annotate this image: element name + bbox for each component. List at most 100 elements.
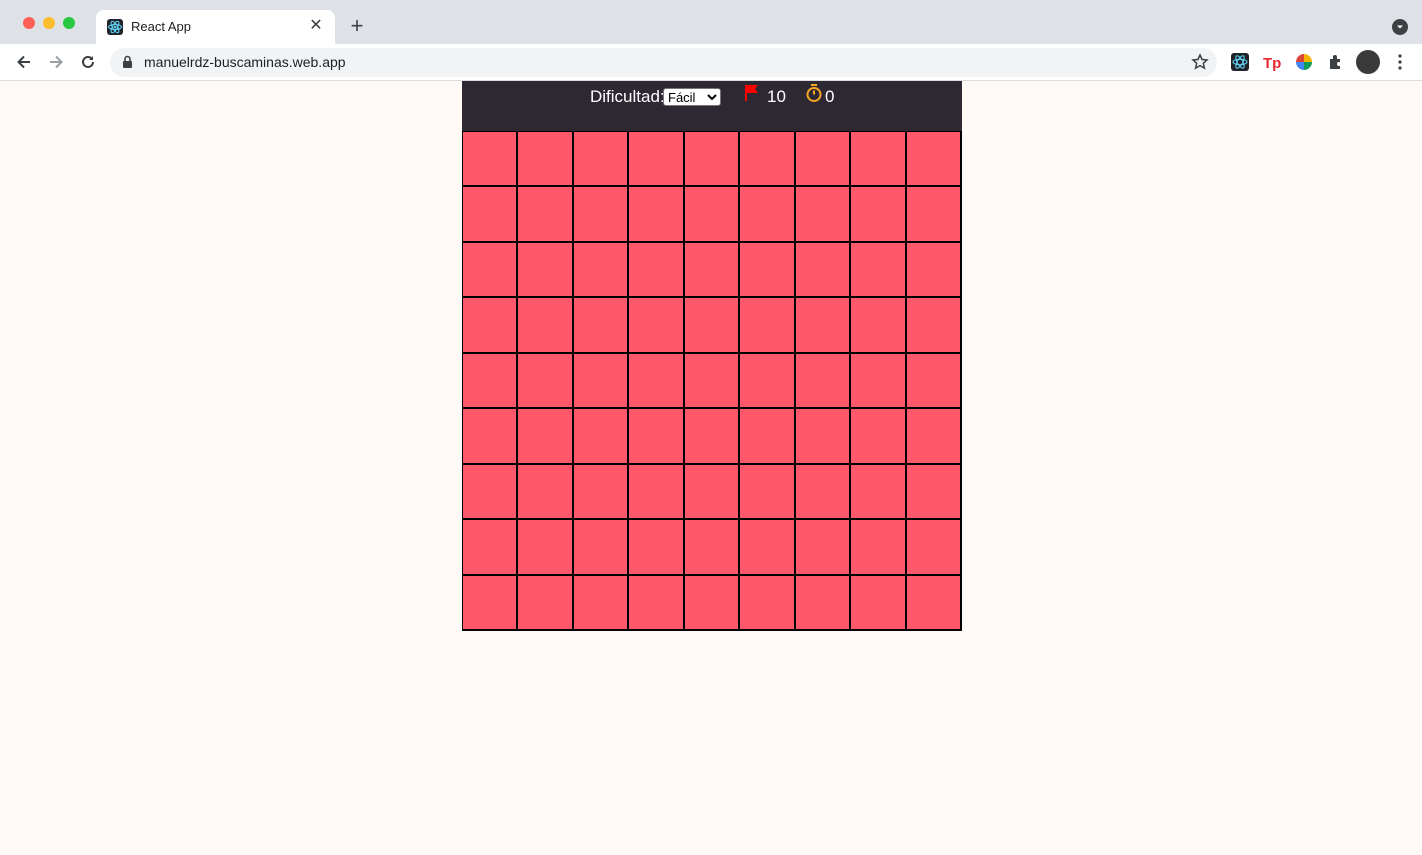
board-cell[interactable] xyxy=(573,298,630,354)
back-icon[interactable] xyxy=(13,51,35,73)
board-cell[interactable] xyxy=(629,575,685,631)
board-cell[interactable] xyxy=(463,409,519,465)
reload-icon[interactable] xyxy=(77,51,99,73)
board-cell[interactable] xyxy=(573,242,630,299)
minimize-window-button[interactable] xyxy=(43,17,55,29)
board-cell[interactable] xyxy=(518,409,574,465)
board-cell[interactable] xyxy=(463,353,519,410)
board-cell[interactable] xyxy=(740,464,796,521)
board-cell[interactable] xyxy=(906,409,962,465)
board-cell[interactable] xyxy=(463,464,519,521)
board-cell[interactable] xyxy=(629,409,685,465)
board-cell[interactable] xyxy=(740,409,796,465)
board-cell[interactable] xyxy=(906,353,962,410)
board-cell[interactable] xyxy=(518,132,574,188)
board-cell[interactable] xyxy=(518,353,574,410)
board-cell[interactable] xyxy=(463,187,519,243)
menu-kebab-icon[interactable] xyxy=(1390,52,1410,72)
board-cell[interactable] xyxy=(573,520,630,576)
board-cell[interactable] xyxy=(795,132,852,188)
board-cell[interactable] xyxy=(795,464,852,521)
maximize-window-button[interactable] xyxy=(63,17,75,29)
board-cell[interactable] xyxy=(629,187,685,243)
board-cell[interactable] xyxy=(851,520,907,576)
extensions-puzzle-icon[interactable] xyxy=(1326,52,1346,72)
board-cell[interactable] xyxy=(518,298,574,354)
board-cell[interactable] xyxy=(518,575,574,631)
board-cell[interactable] xyxy=(795,298,852,354)
react-devtools-icon[interactable] xyxy=(1230,52,1250,72)
board-cell[interactable] xyxy=(684,575,741,631)
board-cell[interactable] xyxy=(906,187,962,243)
board-cell[interactable] xyxy=(851,132,907,188)
board-cell[interactable] xyxy=(851,187,907,243)
forward-icon[interactable] xyxy=(45,51,67,73)
board-cell[interactable] xyxy=(740,242,796,299)
board-cell[interactable] xyxy=(740,520,796,576)
board-cell[interactable] xyxy=(684,132,741,188)
board-cell[interactable] xyxy=(518,187,574,243)
difficulty-select[interactable]: Fácil xyxy=(663,88,721,106)
board-cell[interactable] xyxy=(684,298,741,354)
board-cell[interactable] xyxy=(684,520,741,576)
board-cell[interactable] xyxy=(795,187,852,243)
board-cell[interactable] xyxy=(629,242,685,299)
board-cell[interactable] xyxy=(684,409,741,465)
board-cell[interactable] xyxy=(740,298,796,354)
board-cell[interactable] xyxy=(573,575,630,631)
profile-avatar[interactable] xyxy=(1356,50,1380,74)
board-cell[interactable] xyxy=(518,520,574,576)
board-cell[interactable] xyxy=(906,464,962,521)
board-cell[interactable] xyxy=(463,242,519,299)
browser-tab[interactable]: React App ✕ xyxy=(96,10,335,44)
tp-extension-icon[interactable]: Tp xyxy=(1262,52,1282,72)
board-cell[interactable] xyxy=(740,132,796,188)
board-cell[interactable] xyxy=(684,464,741,521)
board-cell[interactable] xyxy=(795,575,852,631)
color-picker-icon[interactable] xyxy=(1294,52,1314,72)
board-cell[interactable] xyxy=(906,575,962,631)
close-window-button[interactable] xyxy=(23,17,35,29)
board-cell[interactable] xyxy=(629,132,685,188)
board-cell[interactable] xyxy=(629,464,685,521)
board-cell[interactable] xyxy=(795,520,852,576)
board-cell[interactable] xyxy=(851,242,907,299)
board-cell[interactable] xyxy=(629,353,685,410)
board-cell[interactable] xyxy=(463,520,519,576)
board-cell[interactable] xyxy=(851,298,907,354)
board-cell[interactable] xyxy=(518,464,574,521)
board-cell[interactable] xyxy=(851,409,907,465)
bookmark-star-icon[interactable] xyxy=(1191,53,1209,76)
board-cell[interactable] xyxy=(573,132,630,188)
board-cell[interactable] xyxy=(463,575,519,631)
board-cell[interactable] xyxy=(795,353,852,410)
board-cell[interactable] xyxy=(851,575,907,631)
tab-close-icon[interactable]: ✕ xyxy=(306,16,326,36)
board-cell[interactable] xyxy=(851,353,907,410)
board-cell[interactable] xyxy=(740,187,796,243)
board-cell[interactable] xyxy=(851,464,907,521)
board-cell[interactable] xyxy=(684,187,741,243)
board-cell[interactable] xyxy=(740,575,796,631)
board-cell[interactable] xyxy=(906,132,962,188)
board-cell[interactable] xyxy=(463,298,519,354)
board-cell[interactable] xyxy=(906,298,962,354)
board-cell[interactable] xyxy=(573,464,630,521)
board-cell[interactable] xyxy=(906,520,962,576)
board-cell[interactable] xyxy=(573,409,630,465)
board-cell[interactable] xyxy=(518,242,574,299)
board-cell[interactable] xyxy=(906,242,962,299)
board-cell[interactable] xyxy=(795,242,852,299)
board-cell[interactable] xyxy=(629,298,685,354)
board-cell[interactable] xyxy=(573,187,630,243)
board-cell[interactable] xyxy=(740,353,796,410)
board-cell[interactable] xyxy=(573,353,630,410)
board-cell[interactable] xyxy=(463,132,519,188)
board-cell[interactable] xyxy=(629,520,685,576)
board-cell[interactable] xyxy=(795,409,852,465)
tab-search-icon[interactable] xyxy=(1392,19,1408,35)
new-tab-button[interactable]: + xyxy=(346,15,368,37)
board-cell[interactable] xyxy=(684,242,741,299)
address-bar[interactable]: manuelrdz-buscaminas.web.app xyxy=(110,48,1217,77)
board-cell[interactable] xyxy=(684,353,741,410)
